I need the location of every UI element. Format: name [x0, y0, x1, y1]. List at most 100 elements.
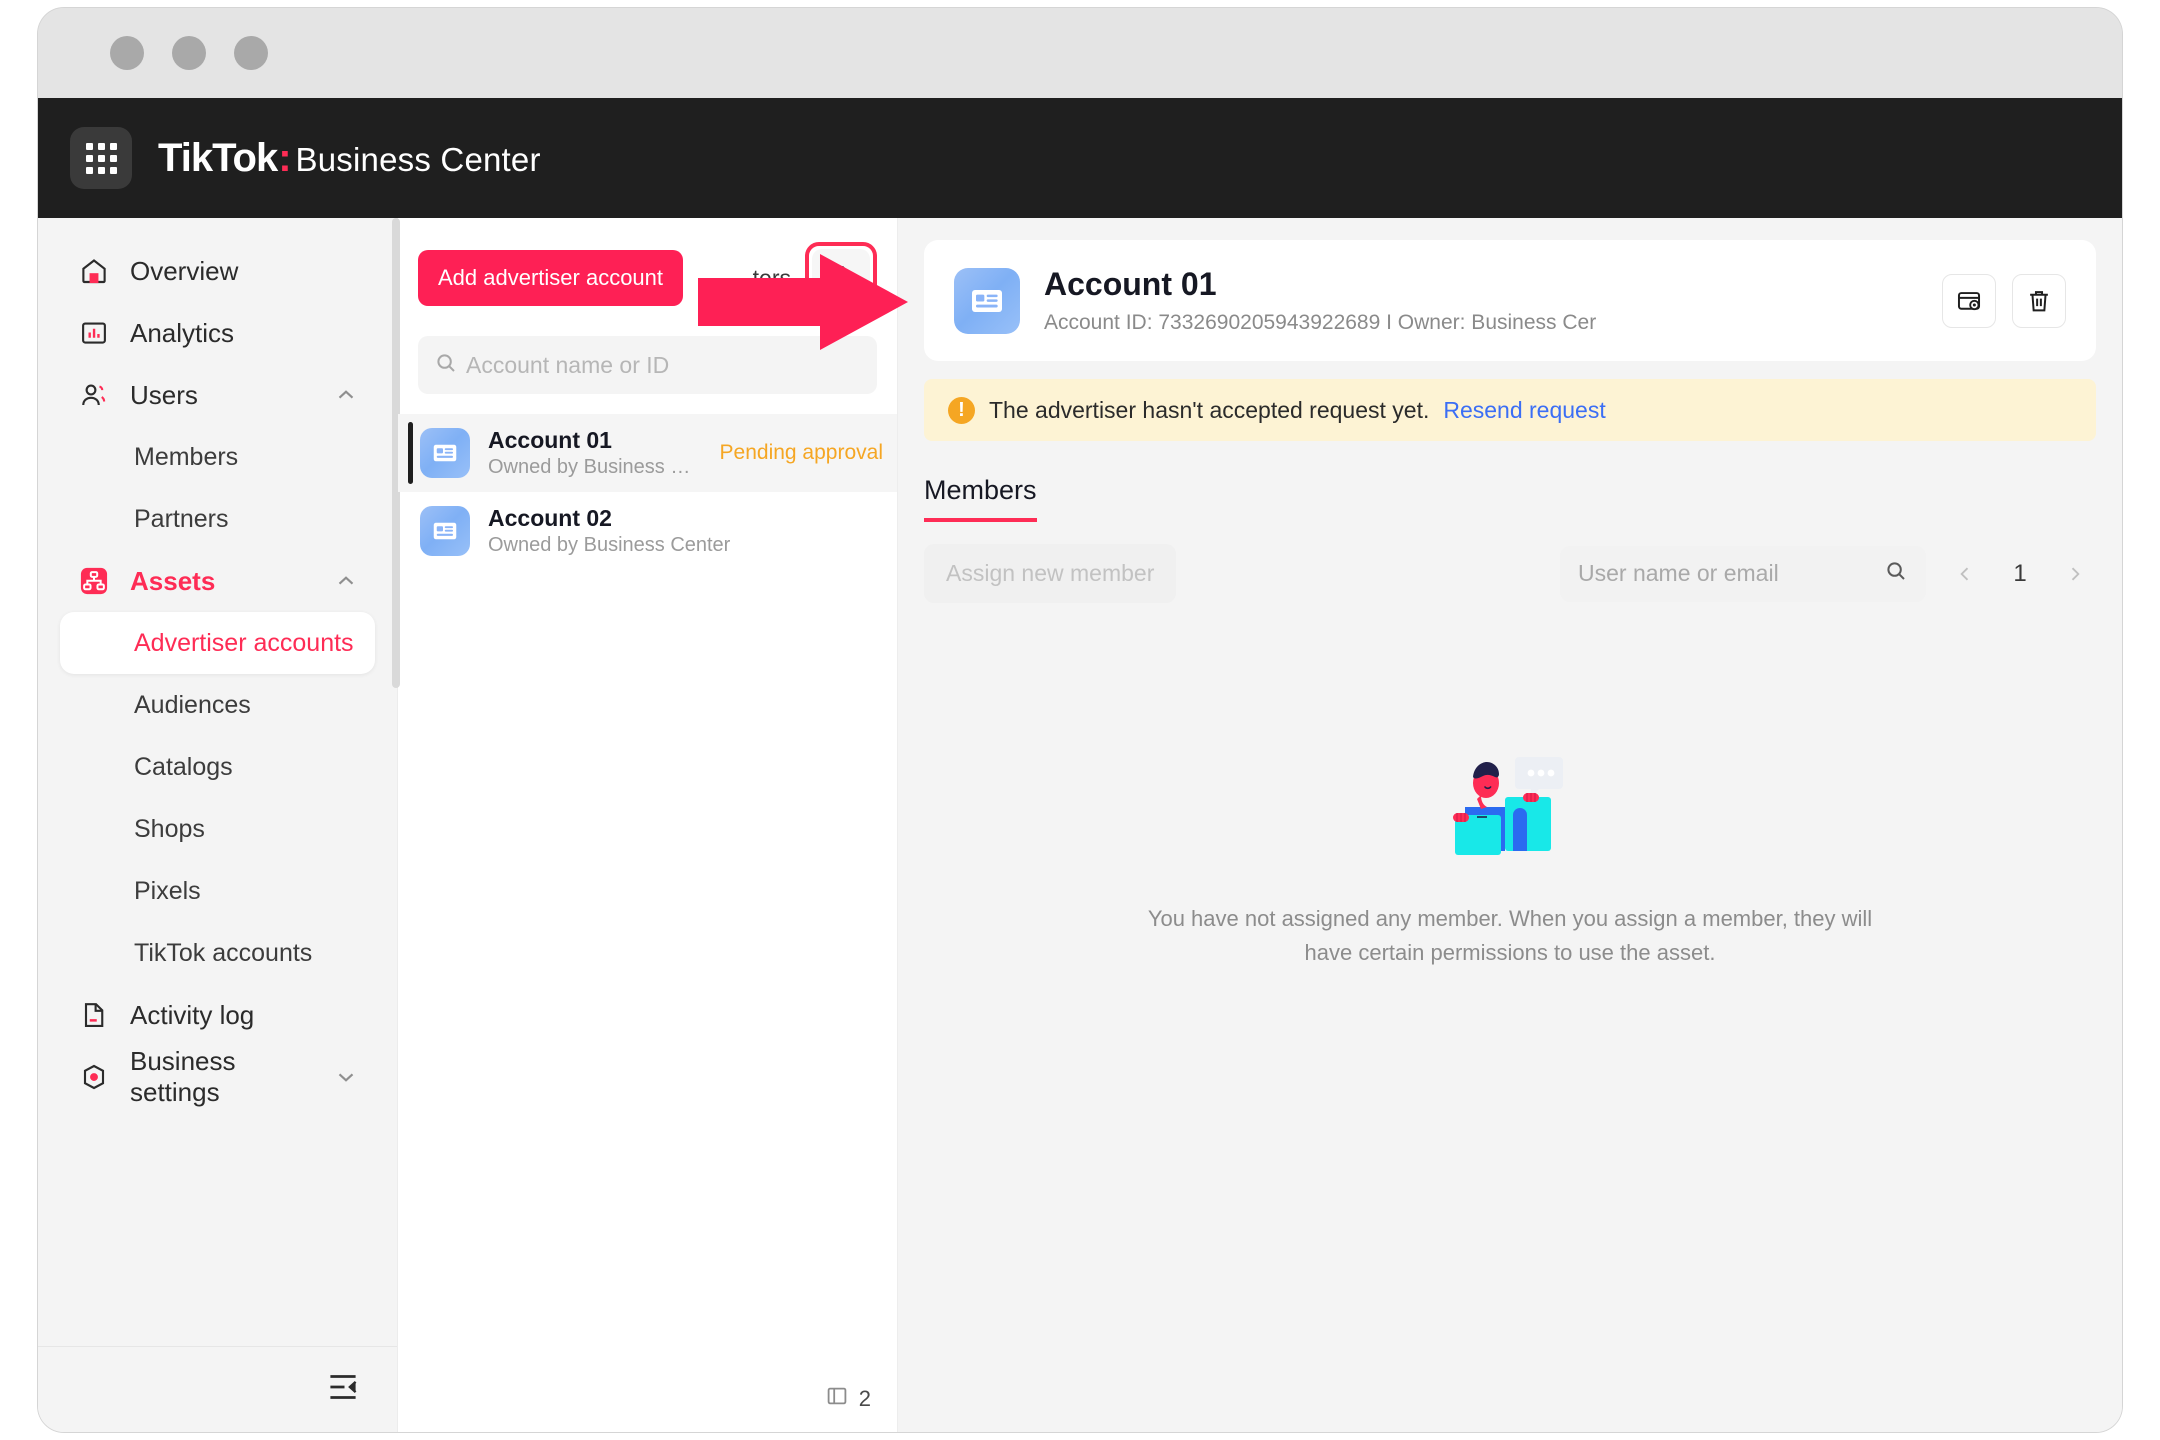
sidebar-item-users[interactable]: Users [60, 364, 375, 426]
sidebar-item-label: Catalogs [134, 752, 233, 781]
list-item-texts: Account 02 Owned by Business Center [488, 504, 883, 559]
assets-icon [78, 565, 110, 597]
sidebar-item-label: Audiences [134, 690, 251, 719]
account-owner: Owned by Business Center [488, 534, 731, 557]
app-header: TikTok : Business Center [38, 98, 2122, 218]
brand-tiktok-text: TikTok [158, 135, 278, 180]
page-title: Account 01 [1044, 266, 1217, 302]
member-search-input[interactable]: User name or email [1560, 545, 1926, 602]
sidebar-item-shops[interactable]: Shops [60, 798, 375, 860]
account-name: Account 01 [488, 426, 612, 453]
window-titlebar [38, 8, 2122, 98]
window-minimize-dot[interactable] [172, 36, 206, 70]
grid-apps-icon[interactable] [70, 127, 132, 189]
account-owner: Owned by Business Cen... [488, 456, 702, 479]
sidebar-item-overview[interactable]: Overview [60, 240, 375, 302]
warning-icon: ! [948, 396, 975, 424]
account-search-box[interactable]: Account name or ID [418, 336, 877, 394]
collapse-sidebar-icon[interactable] [325, 1369, 361, 1410]
search-icon[interactable] [1884, 559, 1908, 589]
document-icon [78, 999, 110, 1031]
window-close-dot[interactable] [110, 36, 144, 70]
members-toolbar: Assign new member User name or email 1 [924, 544, 2096, 603]
sidebar-item-label: Pixels [134, 876, 201, 905]
sidebar-item-analytics[interactable]: Analytics [60, 302, 375, 364]
sidebar-item-label: Analytics [130, 317, 235, 348]
account-detail-panel: Account 01 Account ID: 73326902059439226… [898, 218, 2122, 1432]
members-pagination: 1 [1944, 546, 2096, 602]
add-advertiser-account-button[interactable]: Add advertiser account [418, 250, 684, 306]
ad-account-card-icon [954, 267, 1020, 334]
sidebar-item-label: Members [134, 442, 239, 471]
sidebar-item-label: Activity log [130, 999, 255, 1030]
page-number[interactable]: 1 [1992, 546, 2048, 602]
sidebar-item-label: Users [130, 379, 198, 410]
members-empty-state: You have not assigned any member. When y… [924, 753, 2096, 970]
account-search-placeholder: Account name or ID [466, 351, 670, 378]
delete-account-button[interactable] [2012, 273, 2066, 328]
brand-logo: TikTok : Business Center [158, 136, 541, 181]
account-header-card: Account 01 Account ID: 73326902059439226… [924, 240, 2096, 361]
chevron-left-icon[interactable] [1944, 546, 1986, 602]
app-body: Overview Analytics Users Members Partner… [38, 218, 2122, 1432]
ad-account-card-icon [420, 428, 470, 478]
sidebar-item-pixels[interactable]: Pixels [60, 860, 375, 922]
sidebar-item-tiktok-accounts[interactable]: TikTok accounts [60, 922, 375, 984]
sidebar-item-business-settings[interactable]: Business settings [60, 1046, 375, 1108]
ad-account-card-icon [420, 506, 470, 556]
status-badge: Pending approval [719, 441, 883, 464]
sidebar-item-label: TikTok accounts [134, 938, 313, 967]
account-header-texts: Account 01 Account ID: 73326902059439226… [1044, 266, 1596, 335]
filters-label[interactable]: ters [753, 265, 791, 292]
advertiser-accounts-list-panel: Add advertiser account ters Account name… [392, 218, 898, 1432]
sidebar-item-audiences[interactable]: Audiences [60, 674, 375, 736]
sidebar: Overview Analytics Users Members Partner… [38, 218, 398, 1432]
no-members-illustration [1447, 753, 1573, 868]
tab-members[interactable]: Members [924, 475, 1037, 522]
payment-settings-button[interactable] [1942, 273, 1996, 328]
account-actions [1942, 273, 2066, 328]
list-footer: 2 [398, 1366, 897, 1432]
account-list: Account 01 Owned by Business Cen... Pend… [398, 414, 897, 1366]
sidebar-item-activity-log[interactable]: Activity log [60, 984, 375, 1046]
sidebar-item-assets[interactable]: Assets [60, 550, 375, 612]
sidebar-item-partners[interactable]: Partners [60, 488, 375, 550]
search-icon [434, 351, 458, 380]
assign-new-member-button[interactable]: Assign new member [924, 544, 1177, 603]
resend-request-link[interactable]: Resend request [1443, 397, 1605, 424]
sidebar-item-advertiser-accounts[interactable]: Advertiser accounts [60, 612, 375, 674]
sidebar-footer [38, 1346, 397, 1432]
settings-gear-icon [78, 1061, 110, 1093]
pending-approval-banner: ! The advertiser hasn't accepted request… [924, 379, 2096, 441]
sidebar-item-label: Overview [130, 255, 239, 286]
sidebar-item-label: Assets [130, 565, 216, 596]
list-toolbar: Add advertiser account ters [398, 218, 897, 314]
account-meta: Account ID: 7332690205943922689 I Owner:… [1044, 311, 1597, 334]
export-file-icon[interactable] [812, 249, 870, 307]
sidebar-item-label: Advertiser accounts [134, 628, 354, 657]
list-item[interactable]: Account 02 Owned by Business Center [398, 492, 897, 570]
window-maximize-dot[interactable] [234, 36, 268, 70]
account-count: 2 [858, 1386, 871, 1411]
list-item[interactable]: Account 01 Owned by Business Cen... Pend… [398, 414, 897, 492]
sidebar-item-members[interactable]: Members [60, 426, 375, 488]
sidebar-item-label: Partners [134, 504, 229, 533]
chevron-up-icon[interactable] [333, 382, 359, 408]
member-search-placeholder: User name or email [1578, 560, 1779, 586]
sidebar-item-catalogs[interactable]: Catalogs [60, 736, 375, 798]
home-icon [78, 255, 110, 287]
list-item-texts: Account 01 Owned by Business Cen... [488, 426, 702, 481]
analytics-icon [78, 317, 110, 349]
empty-state-text: You have not assigned any member. When y… [1147, 906, 1873, 966]
sidebar-item-label: Business settings [130, 1046, 236, 1107]
chevron-right-icon[interactable] [2054, 546, 2096, 602]
browser-window: TikTok : Business Center Overview Analyt… [38, 8, 2122, 1432]
pink-highlight-box [805, 242, 877, 314]
detail-tabs: Members [924, 475, 2096, 522]
sidebar-item-label: Shops [134, 814, 205, 843]
chevron-down-icon[interactable] [333, 1064, 359, 1090]
banner-text: The advertiser hasn't accepted request y… [989, 396, 1430, 423]
account-count-icon [825, 1384, 849, 1414]
brand-colon: : [278, 135, 292, 180]
chevron-up-icon[interactable] [333, 568, 359, 594]
